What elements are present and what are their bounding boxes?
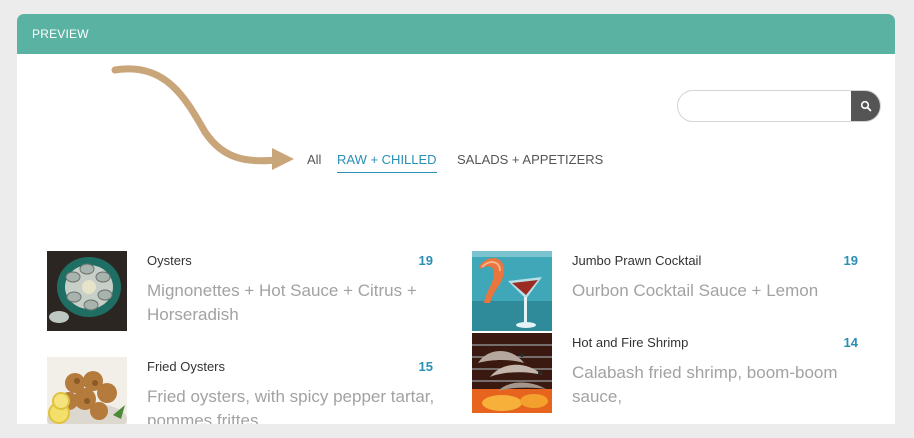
item-price: 19	[418, 253, 433, 268]
item-title: Jumbo Prawn Cocktail	[572, 253, 702, 268]
item-title: Hot and Fire Shrimp	[572, 335, 689, 350]
item-title: Fried Oysters	[147, 359, 226, 374]
prawn-cocktail-image	[472, 251, 552, 331]
item-price: 14	[843, 335, 858, 350]
tab-salads-appetizers[interactable]: SALADS + APPETIZERS	[457, 152, 603, 167]
fire-shrimp-image	[472, 333, 552, 413]
search-box	[677, 90, 881, 122]
item-description: Calabash fried shrimp, boom-boom sauce,	[572, 363, 838, 406]
tab-all[interactable]: All	[307, 152, 321, 167]
oysters-image	[47, 251, 127, 331]
panel-header: PREVIEW	[17, 14, 895, 54]
fried-oysters-image	[47, 357, 127, 424]
item-title: Oysters	[147, 253, 192, 268]
item-description: Mignonettes + Hot Sauce + Citrus + Horse…	[147, 281, 417, 324]
item-description: Ourbon Cocktail Sauce + Lemon	[572, 281, 819, 300]
item-price: 15	[418, 359, 433, 374]
tab-raw-chilled[interactable]: RAW + CHILLED	[337, 152, 437, 173]
item-description: Fried oysters, with spicy pepper tartar,…	[147, 387, 435, 424]
search-icon	[860, 100, 872, 112]
item-price: 19	[843, 253, 858, 268]
decorative-arrow-icon	[111, 65, 294, 170]
preview-panel: PREVIEW All RAW + CHILLED SALADS + APPET…	[17, 14, 895, 424]
search-button[interactable]	[851, 91, 880, 121]
search-input[interactable]	[678, 91, 848, 121]
